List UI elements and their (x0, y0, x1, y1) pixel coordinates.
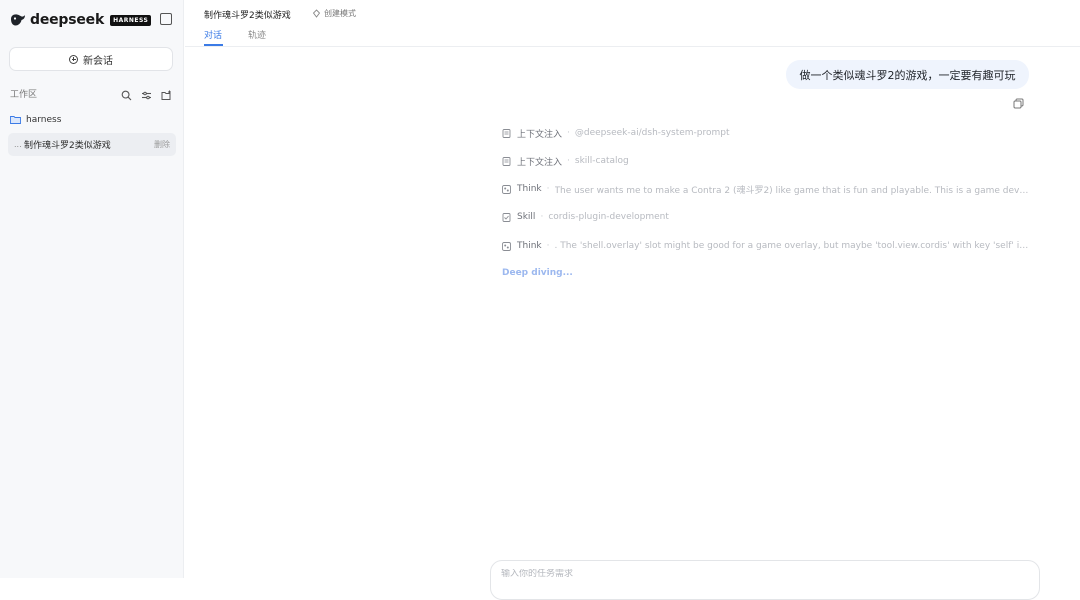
new-folder-icon[interactable] (161, 86, 172, 100)
sidebar: deepseek HARNESS 新会话 工作区 harness ... 制作魂… (0, 0, 184, 578)
user-message-bubble: 做一个类似魂斗罗2的游戏，一定要有趣可玩 (786, 60, 1029, 89)
new-chat-label: 新会话 (83, 55, 113, 67)
step-label: Skill (517, 212, 536, 222)
step-separator: · (540, 212, 544, 222)
step-label: 上下文注入 (517, 129, 563, 140)
session-name: 制作魂斗罗2类似游戏 (24, 141, 111, 151)
step-detail: cordis-plugin-development (548, 212, 669, 222)
status-text: Deep diving... (502, 268, 573, 278)
brain-icon (502, 241, 511, 251)
conversation-header: 制作魂斗罗2类似游戏 创建模式 对话 轨迹 (185, 0, 1080, 47)
composer (490, 560, 1040, 600)
skill-icon (502, 212, 511, 222)
step-detail: skill-catalog (574, 156, 629, 166)
copy-icon[interactable] (1013, 98, 1024, 109)
step-item[interactable]: 上下文注入 · skill-catalog (502, 154, 1032, 168)
folder-item-harness[interactable]: harness (10, 113, 175, 127)
session-delete-button[interactable]: 删除 (154, 139, 170, 150)
session-item[interactable]: ... 制作魂斗罗2类似游戏 删除 (8, 133, 176, 156)
step-item[interactable]: Think · . The 'shell.overlay' slot might… (502, 239, 1032, 253)
folder-name: harness (26, 115, 62, 125)
step-item[interactable]: Think · The user wants me to make a Cont… (502, 182, 1032, 196)
step-separator: · (546, 184, 550, 194)
workspace-tools (121, 86, 172, 101)
brain-icon (502, 184, 511, 194)
mode-tag[interactable]: 创建模式 (312, 8, 356, 19)
brand: deepseek HARNESS (10, 10, 152, 30)
user-message-text: 做一个类似魂斗罗2的游戏，一定要有趣可玩 (799, 68, 1016, 82)
whale-logo-icon (11, 14, 25, 26)
mode-icon (312, 9, 321, 18)
workspace-header: 工作区 (10, 86, 175, 101)
mode-label: 创建模式 (324, 9, 356, 18)
workspace-title: 工作区 (10, 90, 38, 100)
step-item[interactable]: Skill · cordis-plugin-development (502, 210, 1032, 224)
session-menu-icon[interactable]: ... (14, 140, 24, 149)
filter-icon[interactable] (141, 86, 152, 100)
step-label: 上下文注入 (517, 157, 563, 168)
step-label: Think (517, 241, 542, 251)
step-detail: The user wants me to make a Contra 2 (魂斗… (554, 185, 1033, 196)
conversation-title: 制作魂斗罗2类似游戏 (204, 11, 291, 21)
step-label: Think (517, 184, 542, 194)
step-detail: . The 'shell.overlay' slot might be good… (554, 241, 1033, 251)
new-chat-button[interactable]: 新会话 (9, 47, 173, 71)
tab-chat[interactable]: 对话 (204, 28, 222, 41)
step-separator: · (546, 241, 550, 251)
folder-icon (10, 116, 21, 124)
document-icon (502, 156, 511, 166)
plus-circle-icon (69, 54, 78, 64)
step-separator: · (567, 156, 570, 166)
brand-name: deepseek (30, 12, 105, 28)
step-item[interactable]: 上下文注入 · @deepseek-ai/dsh-system-prompt (502, 126, 1032, 140)
search-icon[interactable] (121, 86, 132, 101)
tab-trace[interactable]: 轨迹 (248, 28, 266, 41)
active-tab-indicator (204, 44, 223, 46)
document-icon (502, 128, 511, 138)
step-detail: @deepseek-ai/dsh-system-prompt (574, 128, 730, 138)
step-separator: · (567, 128, 570, 138)
brand-badge: HARNESS (110, 14, 152, 26)
sidebar-toggle-icon[interactable] (160, 13, 172, 25)
